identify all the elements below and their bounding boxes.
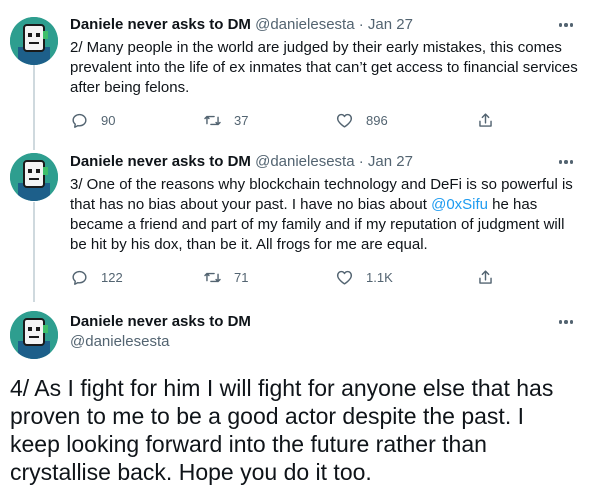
- avatar[interactable]: [10, 17, 58, 65]
- tweet-actions: 122 71 1.1K: [70, 267, 510, 287]
- more-icon[interactable]: [553, 15, 579, 35]
- reply-icon: [72, 113, 87, 128]
- like-button[interactable]: 1.1K: [335, 267, 393, 287]
- reply-button[interactable]: 90: [70, 110, 115, 130]
- tweet-date[interactable]: Jan 27: [368, 16, 413, 33]
- separator: ·: [358, 16, 364, 33]
- like-count: 1.1K: [366, 269, 393, 285]
- retweet-icon: [204, 272, 221, 282]
- retweet-button[interactable]: 71: [203, 267, 248, 287]
- separator: ·: [358, 153, 364, 170]
- retweet-icon: [204, 115, 221, 125]
- like-button[interactable]: 896: [335, 110, 388, 130]
- display-name[interactable]: Daniele never asks to DM: [70, 153, 251, 170]
- display-name[interactable]: Daniele never asks to DM: [70, 16, 251, 33]
- more-icon[interactable]: [553, 152, 579, 172]
- avatar[interactable]: [10, 153, 58, 201]
- avatar[interactable]: [10, 311, 58, 359]
- thread-connector: [33, 202, 35, 302]
- tweet-date[interactable]: Jan 27: [368, 153, 413, 170]
- share-button[interactable]: [476, 267, 507, 287]
- reply-count: 90: [101, 112, 116, 128]
- more-icon[interactable]: [553, 312, 579, 332]
- like-icon: [336, 113, 353, 128]
- share-button[interactable]: [476, 110, 507, 130]
- like-count: 896: [366, 112, 388, 128]
- share-icon: [479, 269, 492, 284]
- tweet-text: 3/ One of the reasons why blockchain tec…: [70, 175, 582, 255]
- tweet-header: Daniele never asks to DM @danielesesta ·…: [70, 152, 413, 172]
- thread-connector: [33, 64, 35, 150]
- user-handle[interactable]: @danielesesta: [255, 16, 354, 33]
- retweet-count: 71: [234, 269, 249, 285]
- reply-button[interactable]: 122: [70, 267, 123, 287]
- user-handle[interactable]: @danielesesta: [70, 332, 169, 352]
- tweet-header: Daniele never asks to DM @danielesesta ·…: [70, 15, 413, 35]
- like-icon: [336, 270, 353, 285]
- share-icon: [479, 112, 492, 127]
- tweet-text: 2/ Many people in the world are judged b…: [70, 39, 578, 96]
- mention-link[interactable]: @0xSifu: [431, 196, 488, 213]
- display-name[interactable]: Daniele never asks to DM: [70, 313, 251, 330]
- tweet-actions: 90 37 896: [70, 110, 510, 130]
- user-handle[interactable]: @danielesesta: [255, 153, 354, 170]
- retweet-button[interactable]: 37: [203, 110, 248, 130]
- reply-count: 122: [101, 269, 123, 285]
- retweet-count: 37: [234, 112, 249, 128]
- tweet-header: Daniele never asks to DM: [70, 312, 251, 332]
- tweet-text: 4/ As I fight for him I will fight for a…: [10, 375, 554, 485]
- reply-icon: [72, 270, 87, 285]
